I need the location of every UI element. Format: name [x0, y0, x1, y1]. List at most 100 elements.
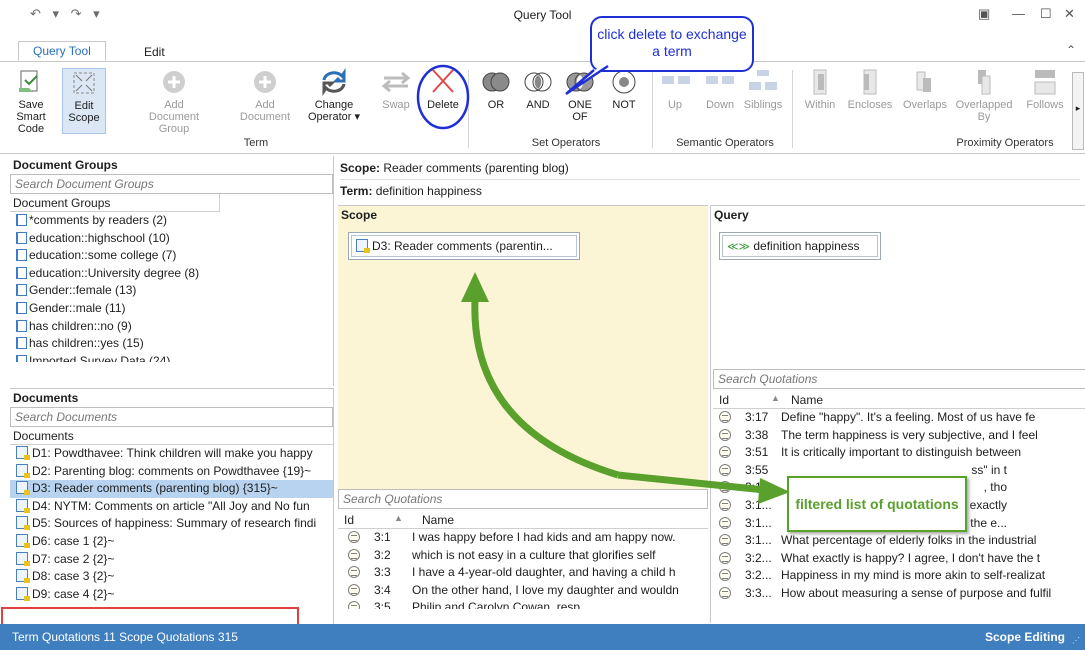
- callout-pointer: [565, 64, 609, 96]
- restore-ribbon-icon[interactable]: ▣: [978, 6, 990, 22]
- list-item[interactable]: D1: Powdthavee: Think children will make…: [10, 445, 333, 463]
- siblings-button[interactable]: Siblings: [740, 68, 786, 111]
- list-item[interactable]: has children::no (9): [10, 318, 333, 336]
- documents-column-header[interactable]: Documents: [10, 427, 333, 445]
- list-item[interactable]: Imported Survey Data (24): [10, 353, 333, 362]
- table-row[interactable]: 3:2 which is not easy in a culture that g…: [338, 547, 708, 565]
- down-button[interactable]: Down: [702, 68, 738, 111]
- minimize-button[interactable]: —: [1012, 6, 1025, 21]
- add-document-button[interactable]: Add Document: [236, 68, 294, 123]
- status-bar: Term Quotations 11 Scope Quotations 315 …: [0, 624, 1085, 650]
- table-row[interactable]: 3:4 On the other hand, I love my daughter…: [338, 582, 708, 600]
- list-item[interactable]: education::University degree (8): [10, 265, 333, 283]
- list-item[interactable]: has children::yes (15): [10, 335, 333, 353]
- quotation-icon: [719, 463, 731, 476]
- table-row[interactable]: 3:1 I was happy before I had kids and am …: [338, 529, 708, 547]
- add-document-icon: [254, 71, 276, 93]
- table-row[interactable]: 3:2... What exactly is happy? I agree, I …: [713, 550, 1085, 568]
- list-item[interactable]: D6: case 1 {2}~: [10, 533, 333, 551]
- column-id[interactable]: Id: [344, 513, 354, 527]
- maximize-button[interactable]: ☐: [1040, 6, 1052, 22]
- quotation-icon: [348, 601, 360, 610]
- change-operator-button[interactable]: Change Operator ▾: [308, 68, 360, 123]
- follows-button[interactable]: Follows: [1020, 68, 1070, 111]
- overlaps-button[interactable]: Overlaps: [898, 68, 952, 111]
- column-name[interactable]: Name: [422, 513, 454, 527]
- list-item[interactable]: Gender::female (13): [10, 282, 333, 300]
- table-row[interactable]: 3:5 Philip and Carolyn Cowan, resp: [338, 599, 708, 610]
- encloses-button[interactable]: Encloses: [844, 68, 896, 111]
- list-item[interactable]: D2: Parenting blog: comments on Powdthav…: [10, 463, 333, 481]
- save-code-icon: [19, 70, 38, 92]
- table-row[interactable]: 3:3... How about measuring a sense of pur…: [713, 585, 1085, 603]
- close-button[interactable]: ✕: [1064, 6, 1075, 22]
- overlaps-icon: [916, 71, 931, 92]
- ribbon: Save Smart Code Edit Scope Add Document …: [0, 62, 1085, 154]
- list-item[interactable]: education::highschool (10): [10, 230, 333, 248]
- table-row[interactable]: 3:1... What percentage of elderly folks i…: [713, 532, 1085, 550]
- sort-ascending-icon: ▲: [771, 393, 780, 403]
- folder-icon: [16, 266, 27, 279]
- list-item[interactable]: D5: Sources of happiness: Summary of res…: [10, 515, 333, 533]
- status-mode: Scope Editing: [985, 630, 1066, 644]
- sort-ascending-icon: ▲: [394, 513, 403, 523]
- group-proximity-operators-label: Proximity Operators: [956, 137, 1054, 149]
- within-icon: [813, 69, 827, 95]
- or-venn-icon: [482, 72, 510, 92]
- up-button[interactable]: Up: [660, 68, 690, 111]
- list-item[interactable]: D7: case 2 {2}~: [10, 551, 333, 569]
- document-icon: [16, 586, 30, 601]
- swap-button[interactable]: Swap: [378, 68, 414, 111]
- scope-label: Scope:: [340, 161, 381, 175]
- column-name[interactable]: Name: [791, 393, 823, 407]
- list-item[interactable]: D4: NYTM: Comments on article "All Joy a…: [10, 498, 333, 516]
- ribbon-scroll-right[interactable]: ▸: [1072, 72, 1084, 150]
- scope-quotations-search-input[interactable]: Search Quotations: [338, 489, 708, 509]
- ribbon-separator: [468, 70, 469, 148]
- add-document-group-button[interactable]: Add Document Group: [138, 68, 210, 135]
- list-item[interactable]: Gender::male (11): [10, 300, 333, 318]
- document-icon: [16, 516, 30, 531]
- list-item-selected[interactable]: D3: Reader comments (parenting blog) {31…: [10, 480, 333, 498]
- tree-up-icon: [662, 76, 690, 84]
- scope-node[interactable]: D3: Reader comments (parentin...: [348, 232, 580, 260]
- query-term-node[interactable]: ≪≫ definition happiness: [719, 232, 881, 260]
- list-item[interactable]: *comments by readers (2): [10, 212, 333, 230]
- collapse-ribbon-icon[interactable]: ⌃: [1066, 43, 1076, 57]
- within-button[interactable]: Within: [798, 68, 842, 111]
- and-operator-button[interactable]: AND: [518, 68, 558, 111]
- document-groups-title: Document Groups: [10, 156, 333, 174]
- save-smart-code-button[interactable]: Save Smart Code: [4, 68, 58, 135]
- list-item[interactable]: D9: case 4 {2}~: [10, 586, 333, 604]
- document-icon: [356, 239, 370, 253]
- scope-pane: Scope D3: Reader comments (parentin... S…: [338, 205, 708, 624]
- term-value: definition happiness: [375, 184, 482, 198]
- table-row[interactable]: 3:3 I have a 4-year-old daughter, and hav…: [338, 564, 708, 582]
- delete-button[interactable]: Delete: [422, 68, 464, 111]
- tab-edit[interactable]: Edit: [130, 43, 179, 63]
- document-groups-column-header[interactable]: Document Groups: [10, 194, 220, 212]
- list-item[interactable]: education::some college (7): [10, 247, 333, 265]
- or-operator-button[interactable]: OR: [476, 68, 516, 111]
- resize-grip-icon[interactable]: ⋰: [1072, 636, 1080, 645]
- table-row[interactable]: 3:51 It is critically important to distin…: [713, 444, 1085, 462]
- query-quotations-search-input[interactable]: Search Quotations: [713, 369, 1085, 389]
- list-item[interactable]: D8: case 3 {2}~: [10, 568, 333, 586]
- table-row[interactable]: 3:17 Define "happy". It's a feeling. Most…: [713, 409, 1085, 427]
- edit-scope-button[interactable]: Edit Scope: [62, 68, 106, 134]
- scope-value: Reader comments (parenting blog): [383, 161, 569, 175]
- overlapped-by-button[interactable]: Overlapped By: [954, 68, 1014, 123]
- column-id[interactable]: Id: [719, 393, 729, 407]
- quotation-icon: [719, 586, 731, 599]
- document-groups-search-input[interactable]: Search Document Groups: [10, 174, 333, 194]
- table-row[interactable]: 3:38 The term happiness is very subjectiv…: [713, 427, 1085, 445]
- query-pane: Query ≪≫ definition happiness Search Quo…: [710, 205, 1085, 624]
- folder-icon: [16, 319, 27, 332]
- tab-query-tool[interactable]: Query Tool: [18, 41, 106, 61]
- document-icon: [16, 551, 30, 566]
- documents-search-input[interactable]: Search Documents: [10, 407, 333, 427]
- table-row[interactable]: 3:2... Happiness in my mind is more akin …: [713, 567, 1085, 585]
- group-set-operators-label: Set Operators: [531, 137, 601, 149]
- document-groups-panel: Document Groups Search Document Groups D…: [10, 156, 334, 386]
- overlapped-by-icon: [978, 70, 991, 95]
